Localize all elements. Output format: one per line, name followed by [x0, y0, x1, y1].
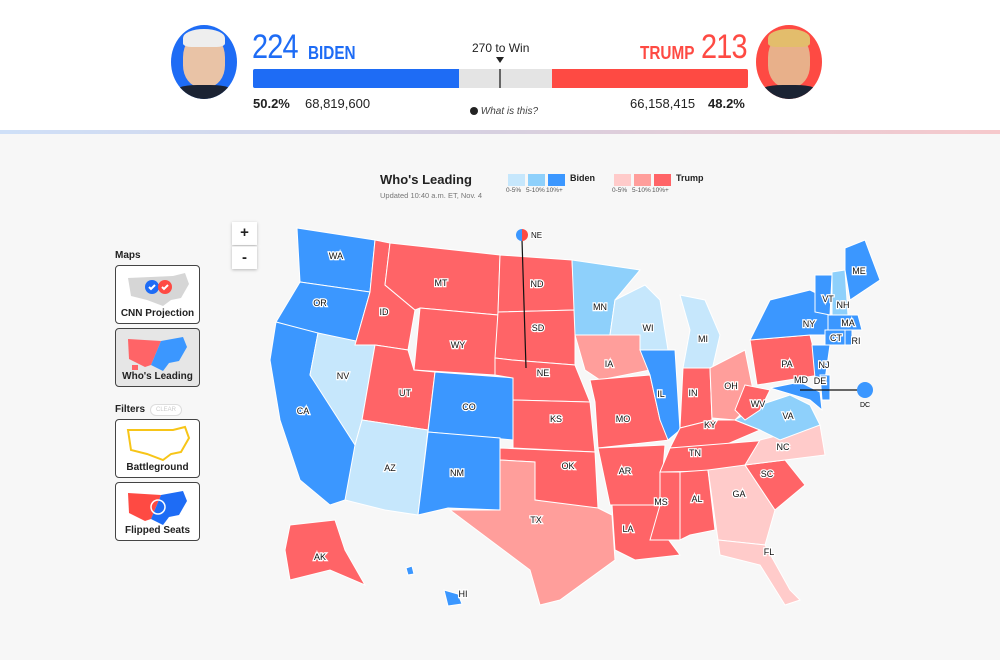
- biden-name: BIDEN: [308, 43, 356, 63]
- biden-avatar: [171, 25, 237, 99]
- legend-updated: Updated 10:40 a.m. ET, Nov. 4: [380, 191, 483, 200]
- map-whos-leading-button[interactable]: Who's Leading: [115, 328, 200, 387]
- filters-label: Filters: [115, 404, 146, 415]
- biden-electoral-votes: 224: [252, 28, 299, 66]
- legend-bin-label: 5-10%: [526, 187, 545, 194]
- map-cnn-projection-label: CNN Projection: [120, 308, 195, 319]
- legend-swatch-t3: [654, 174, 671, 186]
- filter-flipped-seats-button[interactable]: Flipped Seats: [115, 482, 200, 541]
- legend-swatch-t1: [614, 174, 631, 186]
- whos-leading-map-icon: [127, 337, 187, 371]
- win-threshold-line: [499, 69, 501, 88]
- trump-pct: 48.2%: [708, 96, 745, 111]
- flipped-seats-map-icon: [127, 491, 187, 525]
- zoom-out-button[interactable]: -: [232, 246, 257, 269]
- trump-electoral-votes: 213: [701, 28, 748, 66]
- legend-trump-label: Trump: [676, 173, 704, 183]
- cnn-projection-map-icon: [127, 273, 189, 306]
- legend-swatch-t2: [634, 174, 651, 186]
- trump-popular-votes: 66,158,415: [630, 96, 696, 111]
- legend-bin-label: 5-10%: [632, 187, 651, 194]
- biden-bar-fill: [253, 69, 460, 88]
- biden-pct: 50.2%: [253, 96, 290, 111]
- to-win-marker-icon: [496, 57, 504, 63]
- legend-biden-label: Biden: [570, 173, 596, 183]
- zoom-in-button[interactable]: +: [232, 222, 257, 245]
- clear-filters-button[interactable]: CLEAR: [150, 404, 183, 416]
- maps-label: Maps: [115, 250, 141, 261]
- map-whos-leading-label: Who's Leading: [122, 371, 193, 382]
- what-is-this-label: What is this?: [480, 106, 539, 117]
- trump-avatar: [756, 25, 822, 99]
- biden-popular-votes: 68,819,600: [305, 96, 371, 111]
- filter-battleground-label: Battleground: [126, 462, 189, 473]
- legend-bin-label: 0-5%: [506, 187, 522, 194]
- electoral-progress-bar: [253, 69, 748, 88]
- legend-swatch-b1: [508, 174, 525, 186]
- info-icon: [470, 107, 478, 115]
- filter-flipped-seats-label: Flipped Seats: [124, 525, 190, 536]
- battleground-map-icon: [126, 425, 190, 462]
- trump-name: TRUMP: [640, 43, 695, 63]
- what-is-this-link[interactable]: What is this?: [470, 106, 538, 117]
- to-win-label: 270 to Win: [472, 41, 530, 55]
- legend-title: Who's Leading: [380, 172, 472, 187]
- map-cnn-projection-button[interactable]: CNN Projection: [115, 265, 200, 324]
- filter-battleground-button[interactable]: Battleground: [115, 419, 200, 478]
- map-stage: Maps CNN Projection Who's Leading Filter…: [0, 134, 1000, 660]
- trump-bar-fill: [552, 69, 748, 88]
- legend-bin-label: 0-5%: [612, 187, 628, 194]
- legend-swatch-b2: [528, 174, 545, 186]
- results-header: 224 BIDEN 270 to Win 50.2% 68,819,600 Wh…: [0, 0, 1000, 132]
- legend-bin-label: 10%+: [652, 187, 669, 194]
- legend-swatch-b3: [548, 174, 565, 186]
- legend-bin-label: 10%+: [546, 187, 563, 194]
